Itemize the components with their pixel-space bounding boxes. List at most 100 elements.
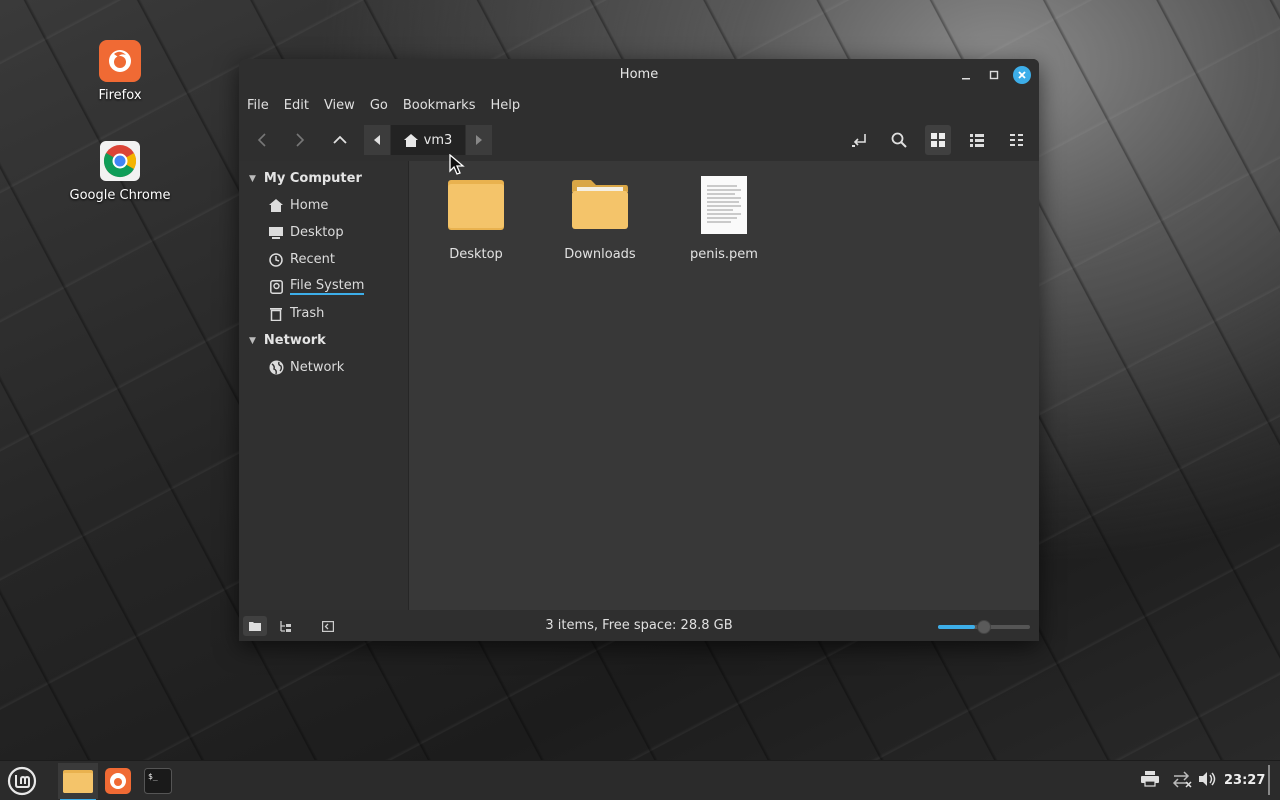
- taskbar-files-button[interactable]: [58, 763, 98, 800]
- grid-icon: [931, 133, 945, 147]
- sidebar-item-recent[interactable]: Recent: [239, 246, 408, 273]
- menu-view[interactable]: View: [324, 98, 355, 113]
- triangle-right-icon: [476, 135, 482, 145]
- list-icon: [970, 133, 984, 147]
- taskbar: $_ 23:27: [0, 760, 1280, 800]
- firefox-icon: [99, 40, 141, 82]
- drive-icon: [268, 279, 284, 295]
- file-item-label: penis.pem: [690, 247, 758, 262]
- sidebar-item-label: Trash: [290, 306, 325, 321]
- folder-icon: [63, 770, 93, 793]
- clock[interactable]: 23:27: [1224, 773, 1265, 788]
- menubar: File Edit View Go Bookmarks Help: [239, 91, 1039, 119]
- breadcrumb-scroll-left[interactable]: [364, 125, 390, 155]
- close-icon: [1018, 71, 1026, 79]
- chrome-icon: [99, 140, 141, 182]
- compact-view-button[interactable]: [1003, 125, 1029, 155]
- printer-icon[interactable]: [1141, 771, 1159, 791]
- home-icon: [403, 133, 418, 147]
- zoom-slider[interactable]: [938, 620, 1030, 634]
- list-view-button[interactable]: [964, 125, 990, 155]
- file-item-desktop[interactable]: Desktop: [421, 175, 531, 262]
- chevron-left-icon: [257, 133, 266, 147]
- network-disconnected-icon[interactable]: [1172, 771, 1192, 793]
- zoom-slider-fill: [938, 625, 975, 629]
- sidebar-header-network[interactable]: ▼ Network: [239, 327, 408, 354]
- sidebar-item-network[interactable]: Network: [239, 354, 408, 381]
- svg-text:$_: $_: [148, 772, 158, 781]
- menu-file[interactable]: File: [247, 98, 269, 113]
- menu-edit[interactable]: Edit: [284, 98, 309, 113]
- menu-bookmarks[interactable]: Bookmarks: [403, 98, 476, 113]
- sidebar-item-label: Home: [290, 198, 329, 213]
- window-body: ▼ My Computer Home Desktop Recent File S…: [239, 161, 1039, 610]
- chevron-up-icon: [333, 135, 347, 144]
- desktop-icon-chrome[interactable]: Google Chrome: [65, 140, 175, 203]
- close-button[interactable]: [1013, 66, 1031, 84]
- sidebar-header-my-computer[interactable]: ▼ My Computer: [239, 165, 408, 192]
- volume-icon[interactable]: [1199, 771, 1217, 791]
- toolbar: vm3: [239, 119, 1039, 161]
- icon-view-button[interactable]: [925, 125, 951, 155]
- sidebar-item-home[interactable]: Home: [239, 192, 408, 219]
- titlebar[interactable]: Home: [239, 59, 1039, 91]
- up-button[interactable]: [327, 125, 353, 155]
- desktop-icon-firefox[interactable]: Firefox: [65, 40, 175, 103]
- taskbar-terminal-button[interactable]: $_: [140, 763, 176, 799]
- expander-icon: ▼: [249, 335, 256, 346]
- sidebar-item-label: Network: [290, 360, 345, 375]
- compact-list-icon: [1009, 134, 1023, 146]
- file-manager-window: Home File Edit View Go Bookmarks Help vm…: [239, 59, 1039, 641]
- sidebar-item-file-system[interactable]: File System: [239, 273, 408, 300]
- file-item-label: Desktop: [449, 247, 503, 262]
- clock-icon: [268, 252, 284, 268]
- file-view[interactable]: Desktop Downloads penis.pem: [409, 161, 1039, 610]
- search-button[interactable]: [886, 125, 912, 155]
- status-text: 3 items, Free space: 28.8 GB: [545, 618, 733, 633]
- desktop-icon-label: Firefox: [98, 88, 142, 103]
- breadcrumb-label: vm3: [423, 132, 453, 148]
- expander-icon: ▼: [249, 173, 256, 184]
- minimize-button[interactable]: [957, 66, 975, 84]
- triangle-left-icon: [374, 135, 380, 145]
- forward-button[interactable]: [287, 125, 313, 155]
- window-title: Home: [619, 67, 659, 82]
- desktop-icon-label: Google Chrome: [69, 188, 171, 203]
- terminal-icon: $_: [144, 768, 172, 794]
- back-button[interactable]: [249, 125, 275, 155]
- menu-help[interactable]: Help: [490, 98, 520, 113]
- menu-go[interactable]: Go: [370, 98, 388, 113]
- sidebar-item-label: File System: [290, 278, 365, 295]
- mint-logo-icon: [7, 766, 37, 796]
- trash-icon: [268, 306, 284, 322]
- sidebar-item-label: Desktop: [290, 225, 344, 240]
- statusbar: 3 items, Free space: 28.8 GB: [239, 610, 1039, 641]
- globe-icon: [268, 360, 284, 376]
- sidebar-item-trash[interactable]: Trash: [239, 300, 408, 327]
- file-item-pem[interactable]: penis.pem: [669, 175, 779, 262]
- places-sidebar: ▼ My Computer Home Desktop Recent File S…: [239, 161, 409, 610]
- breadcrumb-home[interactable]: vm3: [391, 125, 465, 155]
- location-entry-icon: [852, 134, 866, 147]
- zoom-slider-handle[interactable]: [976, 620, 991, 634]
- toggle-location-button[interactable]: [847, 125, 873, 155]
- file-item-label: Downloads: [564, 247, 636, 262]
- home-icon: [268, 198, 284, 214]
- firefox-icon: [105, 768, 131, 794]
- chevron-right-icon: [296, 133, 305, 147]
- sidebar-item-desktop[interactable]: Desktop: [239, 219, 408, 246]
- mouse-cursor-icon: [449, 153, 467, 180]
- sidebar-header-label: My Computer: [263, 171, 362, 186]
- text-file-icon: [669, 175, 779, 235]
- search-icon: [891, 132, 907, 148]
- taskbar-firefox-button[interactable]: [100, 763, 136, 799]
- file-item-downloads[interactable]: Downloads: [545, 175, 655, 262]
- desktop-icon: [268, 225, 284, 241]
- breadcrumb-scroll-right[interactable]: [466, 125, 492, 155]
- folder-icon: [545, 175, 655, 235]
- folder-icon: [421, 175, 531, 235]
- maximize-button[interactable]: [985, 66, 1003, 84]
- sidebar-item-label: Recent: [290, 252, 335, 267]
- start-menu-button[interactable]: [2, 763, 42, 799]
- show-desktop-button[interactable]: [1268, 765, 1270, 795]
